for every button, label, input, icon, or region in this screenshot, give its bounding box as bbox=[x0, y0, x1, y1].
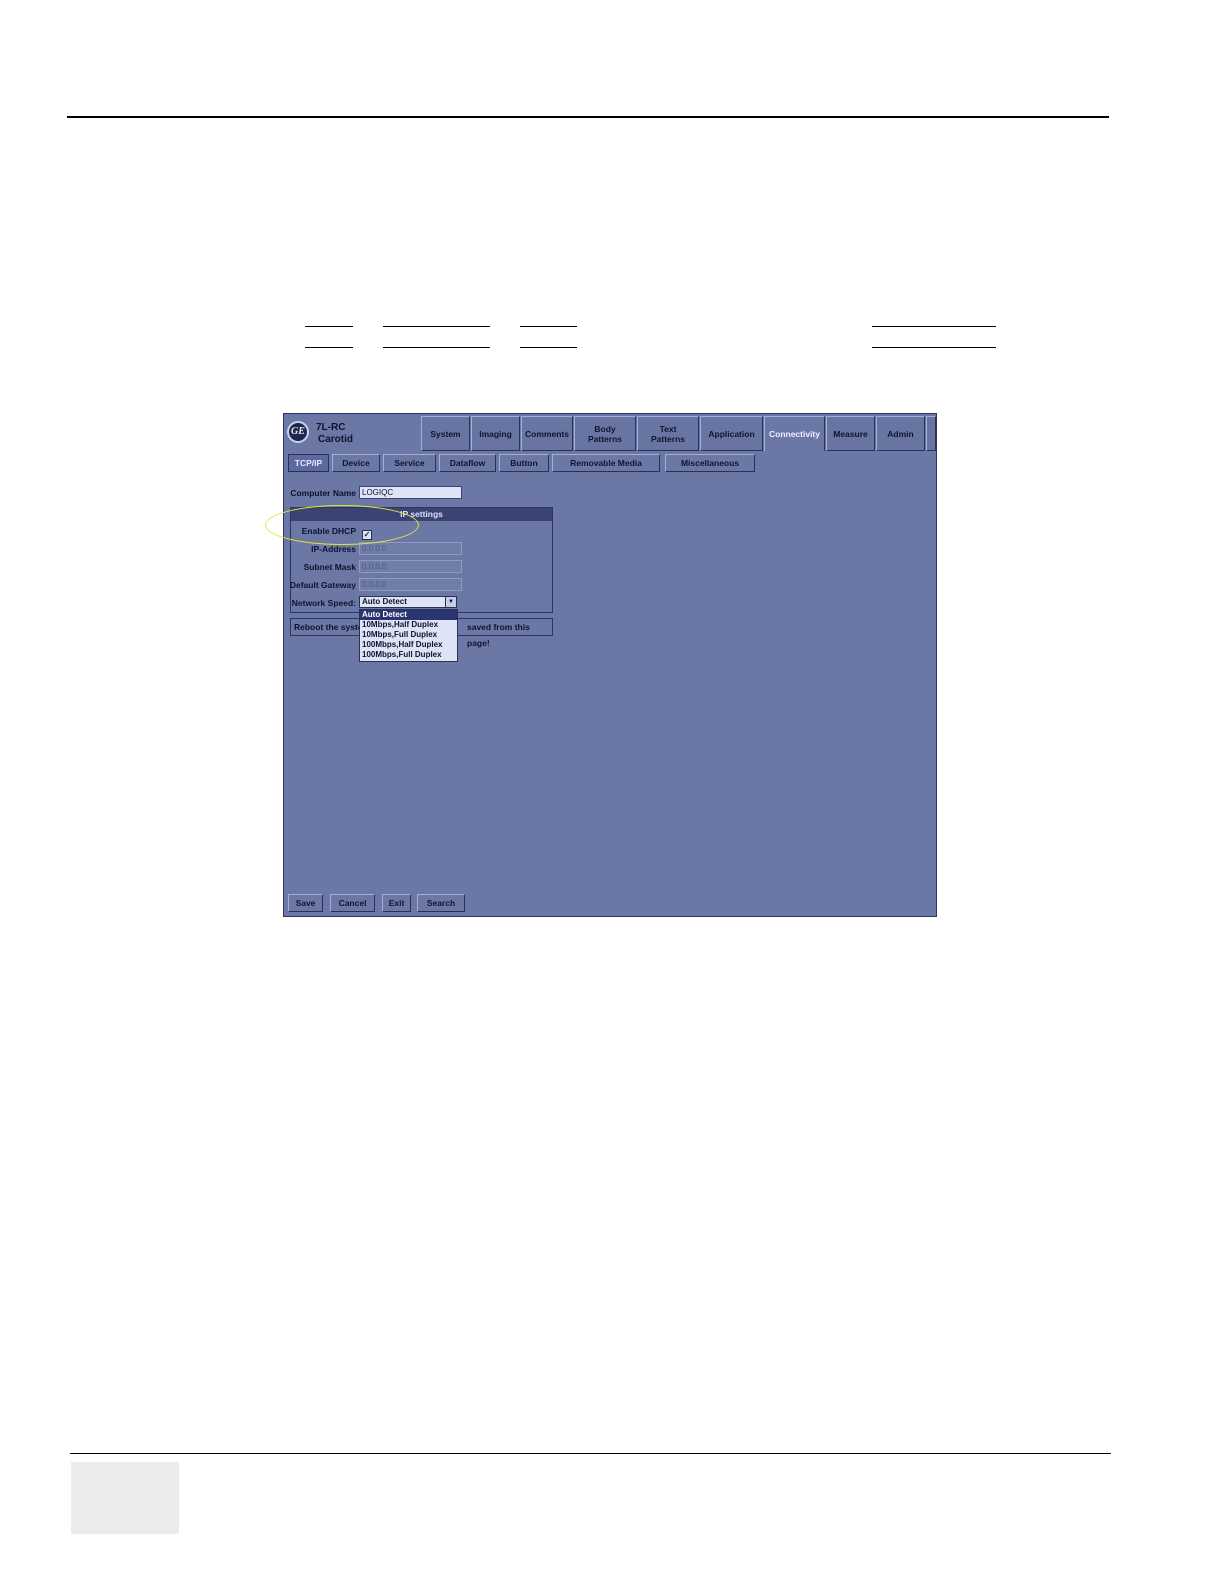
dropdown-option[interactable]: 100Mbps,Full Duplex bbox=[360, 650, 457, 660]
exit-button[interactable]: Exit bbox=[382, 894, 411, 912]
subtab-dataflow[interactable]: Dataflow bbox=[439, 454, 496, 472]
footer-gray-block bbox=[71, 1462, 179, 1534]
status-message-end: saved from this page! bbox=[467, 622, 530, 648]
search-button[interactable]: Search bbox=[417, 894, 465, 912]
dropdown-option[interactable]: 100Mbps,Half Duplex bbox=[360, 640, 457, 650]
computer-name-label: Computer Name bbox=[290, 488, 356, 498]
tab-overflow[interactable] bbox=[926, 416, 936, 451]
blank-line bbox=[872, 347, 996, 348]
probe-preset: Carotid bbox=[318, 434, 353, 445]
probe-label: 7L-RC Carotid bbox=[316, 422, 353, 446]
tab-connectivity[interactable]: Connectivity bbox=[764, 416, 825, 451]
network-speed-select[interactable]: Auto Detect ▼ bbox=[359, 596, 457, 608]
connectivity-screen: GE 7L-RC Carotid System Imaging Comments… bbox=[283, 413, 937, 917]
subtab-service[interactable]: Service bbox=[383, 454, 436, 472]
subtab-removable-media[interactable]: Removable Media bbox=[552, 454, 660, 472]
subnet-mask-label: Subnet Mask bbox=[303, 562, 356, 572]
blank-line bbox=[872, 326, 996, 327]
subtab-device[interactable]: Device bbox=[332, 454, 380, 472]
logo-area: GE 7L-RC Carotid bbox=[284, 414, 420, 452]
blank-line bbox=[383, 347, 490, 348]
tab-body-patterns[interactable]: Body Patterns bbox=[574, 416, 636, 451]
subnet-mask-field[interactable]: 0.0.0.0 bbox=[359, 560, 462, 573]
status-message-start: Reboot the syste bbox=[294, 622, 363, 632]
default-gateway-field[interactable]: 0.0.0.0 bbox=[359, 578, 462, 591]
dropdown-option[interactable]: 10Mbps,Half Duplex bbox=[360, 620, 457, 630]
blank-line bbox=[305, 326, 353, 327]
subtab-tcpip[interactable]: TCP/IP bbox=[288, 454, 329, 472]
blank-line bbox=[520, 326, 577, 327]
tab-system[interactable]: System bbox=[421, 416, 470, 451]
ge-logo-icon: GE bbox=[287, 421, 309, 443]
highlight-ellipse bbox=[265, 505, 419, 545]
cancel-button[interactable]: Cancel bbox=[330, 894, 375, 912]
header-rule bbox=[67, 116, 1109, 118]
subtab-button[interactable]: Button bbox=[499, 454, 549, 472]
chevron-down-icon[interactable]: ▼ bbox=[445, 597, 456, 607]
tab-application[interactable]: Application bbox=[700, 416, 763, 451]
network-speed-label: Network Speed: bbox=[291, 598, 356, 608]
ip-address-field[interactable]: 0.0.0.0 bbox=[359, 542, 462, 555]
blank-line bbox=[305, 347, 353, 348]
ip-address-label: IP-Address bbox=[311, 544, 356, 554]
footer-rule bbox=[70, 1453, 1111, 1454]
tab-comments[interactable]: Comments bbox=[521, 416, 573, 451]
tab-admin[interactable]: Admin bbox=[876, 416, 925, 451]
blank-line bbox=[383, 326, 490, 327]
blank-line bbox=[520, 347, 577, 348]
dropdown-option[interactable]: 10Mbps,Full Duplex bbox=[360, 630, 457, 640]
default-gateway-label: Default Gateway bbox=[289, 580, 356, 590]
tab-measure[interactable]: Measure bbox=[826, 416, 875, 451]
tab-imaging[interactable]: Imaging bbox=[471, 416, 520, 451]
save-button[interactable]: Save bbox=[288, 894, 323, 912]
tab-text-patterns[interactable]: Text Patterns bbox=[637, 416, 699, 451]
probe-name: 7L-RC bbox=[316, 422, 346, 433]
network-speed-value: Auto Detect bbox=[362, 597, 407, 606]
computer-name-input[interactable]: LOGIQC bbox=[359, 486, 462, 499]
dropdown-option[interactable]: Auto Detect bbox=[360, 610, 457, 620]
network-speed-dropdown: Auto Detect 10Mbps,Half Duplex 10Mbps,Fu… bbox=[359, 609, 458, 662]
subtab-miscellaneous[interactable]: Miscellaneous bbox=[665, 454, 755, 472]
